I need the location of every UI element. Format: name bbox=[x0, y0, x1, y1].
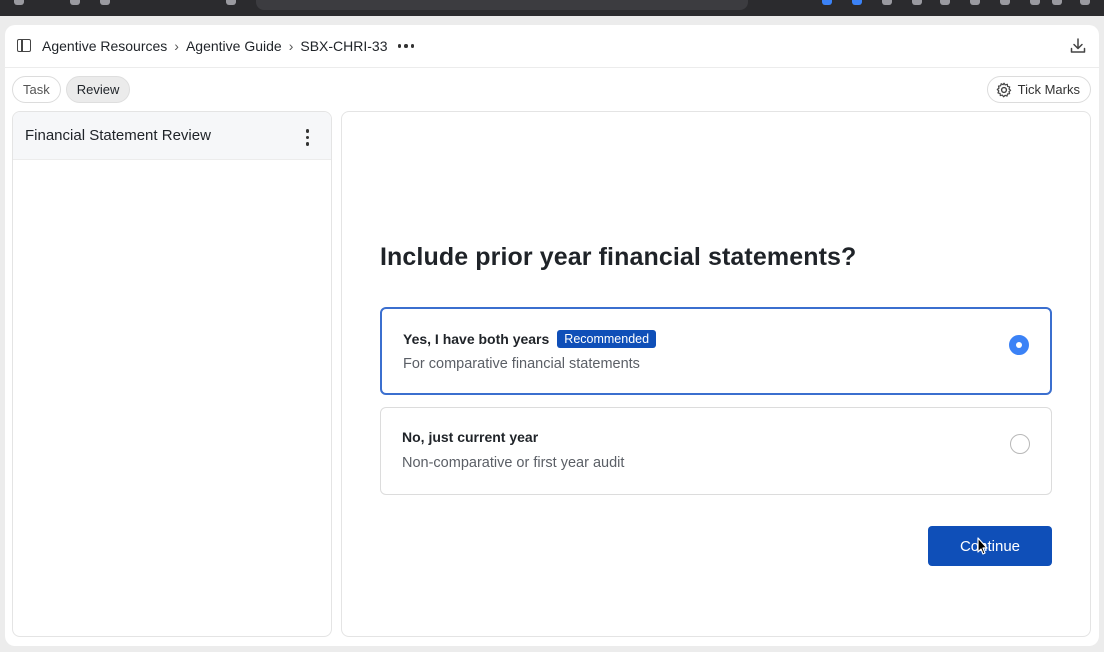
tick-marks-button[interactable]: Tick Marks bbox=[986, 76, 1091, 103]
breadcrumb-separator: › bbox=[288, 38, 294, 54]
shield-icon[interactable] bbox=[1052, 0, 1062, 5]
profile-icon[interactable] bbox=[852, 0, 862, 5]
option-label: Yes, I have both years bbox=[403, 331, 550, 347]
download-icon[interactable] bbox=[1069, 37, 1087, 55]
menu-icon[interactable] bbox=[1080, 0, 1090, 5]
breadcrumb-separator: › bbox=[174, 38, 179, 54]
more-options-icon[interactable] bbox=[397, 44, 415, 48]
tab-task[interactable]: Task bbox=[12, 76, 61, 103]
option-label-row: Yes, I have both years Recommended bbox=[403, 330, 657, 348]
extension-icon[interactable] bbox=[1000, 0, 1010, 5]
extension-icon[interactable] bbox=[970, 0, 980, 5]
view-tabs: Task Review bbox=[12, 76, 131, 103]
reload-icon[interactable] bbox=[70, 0, 80, 5]
tab-grid-icon[interactable] bbox=[100, 0, 110, 5]
top-bar: Agentive Resources › Agentive Guide › SB… bbox=[5, 25, 1099, 68]
radio-button[interactable] bbox=[1010, 434, 1030, 454]
address-bar[interactable] bbox=[256, 0, 748, 10]
left-panel-header: Financial Statement Review bbox=[13, 112, 331, 160]
breadcrumb-item-current[interactable]: SBX-CHRI-33 bbox=[300, 38, 387, 54]
sidebar-toggle-icon[interactable] bbox=[17, 39, 31, 52]
option-both-years[interactable]: Yes, I have both years Recommended For c… bbox=[380, 307, 1052, 395]
bookmark-icon[interactable] bbox=[226, 0, 236, 5]
extension-icon[interactable] bbox=[882, 0, 892, 5]
extension-icon[interactable] bbox=[1030, 0, 1040, 5]
option-current-year[interactable]: No, just current year Non-comparative or… bbox=[380, 407, 1052, 495]
extension-icon[interactable] bbox=[940, 0, 950, 5]
gear-icon bbox=[996, 82, 1011, 97]
back-icon[interactable] bbox=[14, 0, 24, 5]
mouse-pointer-icon bbox=[977, 537, 988, 555]
kebab-menu-icon[interactable] bbox=[305, 129, 309, 146]
panel-title: Financial Statement Review bbox=[25, 127, 211, 144]
question-heading: Include prior year financial statements? bbox=[380, 243, 857, 271]
breadcrumb-item-guide[interactable]: Agentive Guide bbox=[186, 38, 282, 54]
extension-icon[interactable] bbox=[912, 0, 922, 5]
left-panel: Financial Statement Review bbox=[12, 111, 332, 637]
option-label: No, just current year bbox=[402, 429, 539, 445]
tab-review[interactable]: Review bbox=[65, 76, 131, 103]
browser-chrome bbox=[0, 0, 1104, 16]
radio-button-selected[interactable] bbox=[1009, 335, 1029, 355]
main-panel: Include prior year financial statements?… bbox=[341, 111, 1091, 637]
recommended-badge: Recommended bbox=[557, 330, 657, 348]
option-description: Non-comparative or first year audit bbox=[402, 455, 625, 471]
option-label-row: No, just current year bbox=[402, 429, 538, 445]
breadcrumb-item-resources[interactable]: Agentive Resources bbox=[42, 38, 167, 54]
continue-button[interactable]: Continue bbox=[928, 526, 1052, 566]
breadcrumb: Agentive Resources › Agentive Guide › SB… bbox=[42, 38, 415, 54]
extension-icon[interactable] bbox=[822, 0, 832, 5]
app-window: Agentive Resources › Agentive Guide › SB… bbox=[5, 25, 1099, 646]
tick-marks-label: Tick Marks bbox=[1017, 82, 1080, 97]
option-description: For comparative financial statements bbox=[403, 356, 640, 372]
